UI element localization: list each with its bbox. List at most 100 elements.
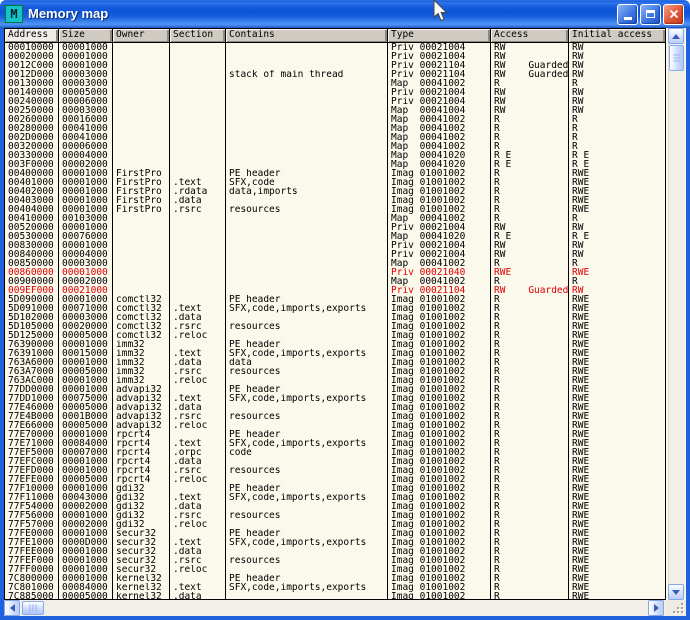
table-row[interactable]: 5D09000000001000comctl32PE headerImag 01… (5, 295, 665, 304)
maximize-button[interactable] (640, 4, 661, 25)
table-row[interactable]: 0025000000003000Map 00041004RWRW (5, 106, 665, 115)
table-row[interactable]: 0001000000001000Priv 00021004RWRW (5, 43, 665, 52)
cell-section: .rsrc (170, 322, 226, 331)
table-row[interactable]: 77E4600000005000advapi32.dataImag 010010… (5, 403, 665, 412)
scroll-right-button[interactable] (648, 600, 664, 616)
table-row[interactable]: 77FEE00000001000secur32.dataImag 0100100… (5, 547, 665, 556)
table-row[interactable]: 0052000000001000Priv 00021004RWRW (5, 223, 665, 232)
cell-contains (226, 88, 388, 97)
titlebar[interactable]: M Memory map (0, 0, 690, 28)
scroll-left-button[interactable] (4, 600, 20, 616)
cell-section (170, 115, 226, 124)
horizontal-scroll-thumb[interactable] (22, 601, 44, 615)
table-row[interactable]: 0040000000001000FirstProPE headerImag 01… (5, 169, 665, 178)
table-row[interactable]: 7C80000000001000kernel32PE headerImag 01… (5, 574, 665, 583)
column-header-section[interactable]: Section (170, 29, 226, 42)
table-row[interactable]: 7639000000001000imm32PE headerImag 01001… (5, 340, 665, 349)
table-row[interactable]: 763A700000005000imm32.rsrcresourcesImag … (5, 367, 665, 376)
table-row[interactable]: 0013000000003000Map 00041002RR (5, 79, 665, 88)
table-row[interactable]: 77F1100000043000gdi32.textSFX,code,impor… (5, 493, 665, 502)
table-row[interactable]: 0086000000001000Priv 00021040RWERWE (5, 268, 665, 277)
horizontal-scrollbar[interactable] (4, 600, 686, 616)
column-header-contains[interactable]: Contains (226, 29, 388, 42)
table-row[interactable]: 763A600000001000imm32.datadataImag 01001… (5, 358, 665, 367)
cell-type: Priv 00021004 (388, 97, 491, 106)
column-header-owner[interactable]: Owner (113, 29, 170, 42)
table-row[interactable]: 77DD100000075000advapi32.textSFX,code,im… (5, 394, 665, 403)
table-row[interactable]: 009EF00000021000Priv 00021104RW GuardedR… (5, 286, 665, 295)
table-row[interactable]: 0040400000001000FirstPro.rsrcresourcesIm… (5, 205, 665, 214)
table-row[interactable]: 77EF500000007000rpcrt4.orpccodeImag 0100… (5, 448, 665, 457)
table-row[interactable]: 0026000000016000Map 00041002RR (5, 115, 665, 124)
table-row[interactable]: 0053000000076000Map 00041020R ER E (5, 232, 665, 241)
table-row[interactable]: 7639100000015000imm32.textSFX,code,impor… (5, 349, 665, 358)
cell-size: 00001000 (59, 430, 113, 439)
table-row[interactable]: 0085000000003000Map 00041002RR (5, 259, 665, 268)
table-row[interactable]: 0040300000001000FirstPro.dataImag 010010… (5, 196, 665, 205)
table-row[interactable]: 0090000000002000Map 00041002RR (5, 277, 665, 286)
column-header-address[interactable]: Address (5, 29, 59, 42)
table-row[interactable]: 0012C00000001000Priv 00021104RW GuardedR… (5, 61, 665, 70)
table-row[interactable]: 0083000000001000Priv 00021004RWRW (5, 241, 665, 250)
cell-initial-access: RWE (569, 457, 665, 466)
cell-address: 5D102000 (5, 313, 59, 322)
cell-initial-access: RWE (569, 574, 665, 583)
table-row[interactable]: 7C80100000084000kernel32.textSFX,code,im… (5, 583, 665, 592)
cell-size: 00015000 (59, 349, 113, 358)
table-row[interactable]: 5D09100000071000comctl32.textSFX,code,im… (5, 304, 665, 313)
table-row[interactable]: 77FF000000001000secur32.relocImag 010010… (5, 565, 665, 574)
table-row[interactable]: 77FE000000001000secur32PE headerImag 010… (5, 529, 665, 538)
cell-type: Imag 01001002 (388, 565, 491, 574)
table-row[interactable]: 7C88500000005000kernel32.dataImag 010010… (5, 592, 665, 600)
cell-owner (113, 43, 170, 52)
table-row[interactable]: 0084000000004000Priv 00021004RWRW (5, 250, 665, 259)
table-row[interactable]: 0028000000041000Map 00041002RR (5, 124, 665, 133)
vertical-scroll-thumb[interactable] (669, 45, 684, 71)
table-row[interactable]: 5D12500000005000comctl32.relocImag 01001… (5, 331, 665, 340)
cell-initial-access: RWE (569, 538, 665, 547)
table-row[interactable]: 77F5700000002000gdi32.relocImag 01001002… (5, 520, 665, 529)
table-row[interactable]: 0033000000004000Map 00041020R ER E (5, 151, 665, 160)
table-row[interactable]: 77FEF00000001000secur32.rsrcresourcesIma… (5, 556, 665, 565)
table-row[interactable]: 77E6600000005000advapi32.relocImag 01001… (5, 421, 665, 430)
table-row[interactable]: 0024000000006000Priv 00021004RWRW (5, 97, 665, 106)
table-row[interactable]: 77E4B0000001B000advapi32.rsrcresourcesIm… (5, 412, 665, 421)
table-row[interactable]: 0041000000103000Map 00041002RR (5, 214, 665, 223)
table-row[interactable]: 77FE10000000D000secur32.textSFX,code,imp… (5, 538, 665, 547)
table-row[interactable]: 003F000000002000Map 00041020R ER E (5, 160, 665, 169)
column-header-type[interactable]: Type (388, 29, 491, 42)
table-row[interactable]: 0040200000001000FirstPro.rdatadata,impor… (5, 187, 665, 196)
table-row[interactable]: 77F1000000001000gdi32PE headerImag 01001… (5, 484, 665, 493)
resize-grip[interactable] (666, 600, 686, 616)
table-row[interactable]: 77E7100000084000rpcrt4.textSFX,code,impo… (5, 439, 665, 448)
table-row[interactable]: 0014000000005000Priv 00021004RWRW (5, 88, 665, 97)
table-row[interactable]: 0002000000001000Priv 00021004RWRW (5, 52, 665, 61)
table-row[interactable]: 5D10500000020000comctl32.rsrcresourcesIm… (5, 322, 665, 331)
table-row[interactable]: 77EFC00000001000rpcrt4.dataImag 01001002… (5, 457, 665, 466)
table-row[interactable]: 77F5600000001000gdi32.rsrcresourcesImag … (5, 511, 665, 520)
table-row[interactable]: 002D000000041000Map 00041002RR (5, 133, 665, 142)
table-row[interactable]: 0040100000001000FirstPro.textSFX,codeIma… (5, 178, 665, 187)
table-row[interactable]: 77DD000000001000advapi32PE headerImag 01… (5, 385, 665, 394)
table-row[interactable]: 77EFD00000001000rpcrt4.rsrcresourcesImag… (5, 466, 665, 475)
scroll-down-button[interactable] (668, 584, 684, 600)
table-row[interactable]: 5D10200000003000comctl32.dataImag 010010… (5, 313, 665, 322)
vertical-scrollbar[interactable] (668, 28, 685, 600)
table-row[interactable]: 0012D00000003000stack of main threadPriv… (5, 70, 665, 79)
table-row[interactable]: 0032000000006000Map 00041002RR (5, 142, 665, 151)
scroll-up-button[interactable] (668, 28, 684, 44)
minimize-button[interactable] (617, 4, 638, 25)
table-row[interactable]: 77F5400000002000gdi32.dataImag 01001002R… (5, 502, 665, 511)
column-header-size[interactable]: Size (59, 29, 113, 42)
close-button[interactable] (663, 4, 684, 25)
memory-map-icon: M (5, 5, 23, 23)
column-header-initial-access[interactable]: Initial access (569, 29, 665, 42)
table-row[interactable]: 77EFE00000005000rpcrt4.relocImag 0100100… (5, 475, 665, 484)
cell-access: RW (491, 223, 569, 232)
column-header-access[interactable]: Access (491, 29, 569, 42)
cell-initial-access: RW (569, 61, 665, 70)
table-row[interactable]: 763AC00000001000imm32.relocImag 01001002… (5, 376, 665, 385)
cell-type: Imag 01001002 (388, 340, 491, 349)
cell-type: Imag 01001002 (388, 205, 491, 214)
table-row[interactable]: 77E7000000001000rpcrt4PE headerImag 0100… (5, 430, 665, 439)
